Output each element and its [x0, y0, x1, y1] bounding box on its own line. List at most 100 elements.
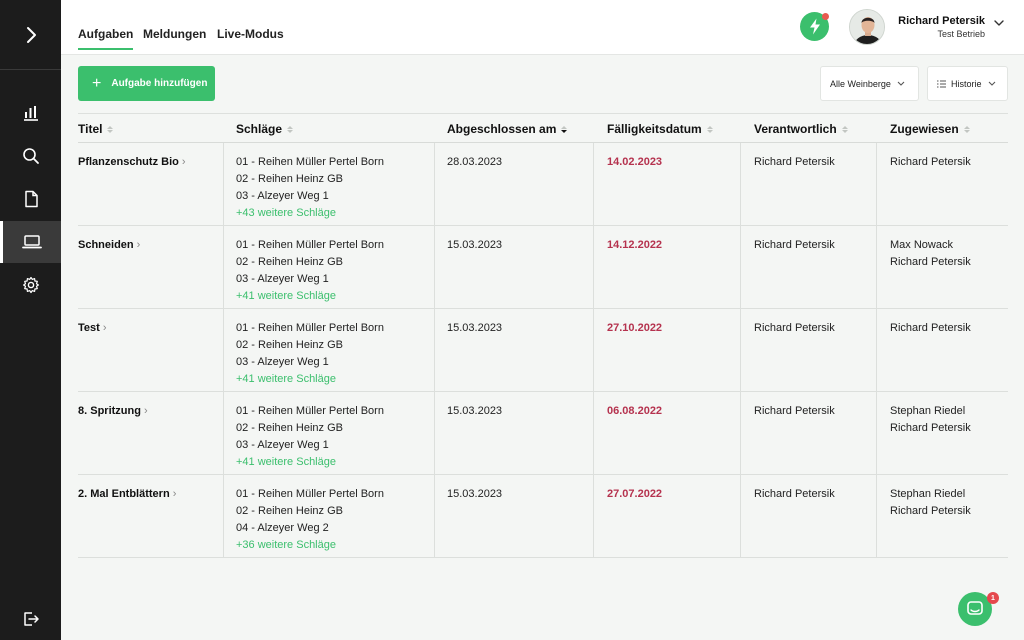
column-divider [223, 392, 224, 474]
assigned-person: Richard Petersik [890, 156, 971, 168]
plot-name: 03 - Alzeyer Weg 1 [236, 190, 329, 202]
sidebar-item-tasks[interactable] [0, 221, 61, 263]
sidebar-expand-button[interactable] [0, 0, 61, 70]
avatar[interactable] [849, 9, 885, 45]
column-divider [740, 226, 741, 308]
sidebar-item-documents[interactable] [0, 178, 61, 220]
assigned-cell: Richard Petersik [890, 154, 971, 171]
vineyard-filter-dropdown[interactable]: Alle Weinberge [820, 66, 919, 101]
column-divider [223, 143, 224, 225]
tab-live-modus[interactable]: Live-Modus [217, 27, 284, 41]
assigned-person: Max Nowack [890, 239, 953, 251]
table-body: Pflanzenschutz Bio › 01 - Reihen Müller Pe… [78, 143, 1008, 558]
column-header-label: Abgeschlossen am [447, 122, 557, 136]
task-title-link[interactable]: Schneiden › [78, 237, 140, 254]
plot-name: 01 - Reihen Müller Pertel Born [236, 488, 384, 500]
history-dropdown[interactable]: Historie [927, 66, 1008, 101]
plot-name: 02 - Reihen Heinz GB [236, 339, 343, 351]
column-header-title[interactable]: Titel [78, 122, 114, 136]
task-title-link[interactable]: 2. Mal Entblättern › [78, 486, 176, 503]
tab-aufgaben[interactable]: Aufgaben [78, 27, 134, 50]
more-plots-link[interactable]: +41 weitere Schläge [236, 454, 384, 471]
sidebar [0, 0, 61, 640]
sidebar-item-statistics[interactable] [0, 92, 61, 134]
assigned-cell: Stephan Riedel Richard Petersik [890, 403, 971, 437]
due-date: 06.08.2022 [607, 405, 663, 417]
column-divider [876, 475, 877, 557]
column-header-label: Verantwortlich [754, 122, 837, 136]
column-divider [740, 475, 741, 557]
tasks-table: Titel Schläge Abgeschlossen am Fälligkei… [78, 113, 1008, 558]
column-header-plots[interactable]: Schläge [236, 122, 294, 136]
sidebar-item-logout[interactable] [0, 598, 61, 640]
column-divider [223, 309, 224, 391]
task-title-link[interactable]: Test › [78, 320, 106, 337]
sidebar-item-search[interactable] [0, 135, 61, 177]
sort-icon [706, 125, 713, 133]
responsible-person: Richard Petersik [754, 322, 835, 334]
column-divider [593, 226, 594, 308]
table-row[interactable]: 2. Mal Entblättern › 01 - Reihen Müller Pe… [78, 475, 1008, 558]
more-plots-link[interactable]: +43 weitere Schläge [236, 205, 384, 222]
table-row[interactable]: 8. Spritzung › 01 - Reihen Müller Pertel B… [78, 392, 1008, 475]
sidebar-item-settings[interactable] [0, 264, 61, 306]
chevron-down-icon [897, 81, 905, 86]
column-header-label: Zugewiesen [890, 122, 959, 136]
sort-icon [287, 125, 294, 133]
table-row[interactable]: Pflanzenschutz Bio › 01 - Reihen Müller Pe… [78, 143, 1008, 226]
chevron-down-icon[interactable] [994, 20, 1004, 27]
responsible-person: Richard Petersik [754, 156, 835, 168]
live-status-button[interactable] [800, 12, 829, 41]
assigned-person: Stephan Riedel [890, 488, 966, 500]
completed-date: 15.03.2023 [447, 322, 503, 334]
task-title: 8. Spritzung [78, 405, 141, 417]
column-header-completed[interactable]: Abgeschlossen am [447, 122, 568, 136]
tab-meldungen[interactable]: Meldungen [143, 27, 206, 41]
add-task-button[interactable]: + Aufgabe hinzufügen [78, 66, 215, 101]
plot-name: 03 - Alzeyer Weg 1 [236, 439, 329, 451]
more-plots-link[interactable]: +41 weitere Schläge [236, 288, 384, 305]
column-header-label: Fälligkeitsdatum [607, 122, 702, 136]
plots-cell: 01 - Reihen Müller Pertel Born 02 - Reihe… [236, 237, 384, 305]
column-divider [876, 143, 877, 225]
user-avatar-icon [850, 10, 884, 44]
user-name: Richard Petersik [898, 15, 985, 27]
column-header-responsible[interactable]: Verantwortlich [754, 122, 848, 136]
sort-icon [963, 125, 970, 133]
assigned-cell: Max Nowack Richard Petersik [890, 237, 971, 271]
plot-name: 02 - Reihen Heinz GB [236, 422, 343, 434]
table-row[interactable]: Schneiden › 01 - Reihen Müller Pertel Born… [78, 226, 1008, 309]
column-divider [740, 309, 741, 391]
plot-name: 03 - Alzeyer Weg 1 [236, 273, 329, 285]
chevron-down-icon [988, 81, 995, 86]
column-header-due[interactable]: Fälligkeitsdatum [607, 122, 713, 136]
task-title-link[interactable]: 8. Spritzung › [78, 403, 148, 420]
due-date: 14.02.2023 [607, 156, 663, 168]
column-divider [593, 392, 594, 474]
plot-name: 03 - Alzeyer Weg 1 [236, 356, 329, 368]
column-divider [876, 309, 877, 391]
plots-cell: 01 - Reihen Müller Pertel Born 02 - Reihe… [236, 403, 384, 471]
sort-desc-icon [561, 125, 568, 133]
more-plots-link[interactable]: +36 weitere Schläge [236, 537, 384, 554]
table-row[interactable]: Test › 01 - Reihen Müller Pertel Born 02 - … [78, 309, 1008, 392]
more-plots-link[interactable]: +41 weitere Schläge [236, 371, 384, 388]
responsible-person: Richard Petersik [754, 239, 835, 251]
plots-cell: 01 - Reihen Müller Pertel Born 02 - Reihe… [236, 154, 384, 222]
task-title: Test [78, 322, 100, 334]
chat-badge: 1 [987, 592, 999, 604]
responsible-person: Richard Petersik [754, 488, 835, 500]
task-title: Schneiden [78, 239, 134, 251]
assigned-person: Richard Petersik [890, 422, 971, 434]
plots-cell: 01 - Reihen Müller Pertel Born 02 - Reihe… [236, 486, 384, 554]
chat-icon [967, 601, 983, 615]
chevron-right-icon: › [136, 239, 141, 251]
lightning-icon [809, 18, 820, 35]
task-title-link[interactable]: Pflanzenschutz Bio › [78, 154, 186, 171]
completed-date: 15.03.2023 [447, 488, 503, 500]
vineyard-filter-label: Alle Weinberge [830, 78, 891, 89]
completed-date: 15.03.2023 [447, 239, 503, 251]
column-header-assigned[interactable]: Zugewiesen [890, 122, 970, 136]
laptop-icon [22, 235, 42, 249]
plot-name: 01 - Reihen Müller Pertel Born [236, 156, 384, 168]
